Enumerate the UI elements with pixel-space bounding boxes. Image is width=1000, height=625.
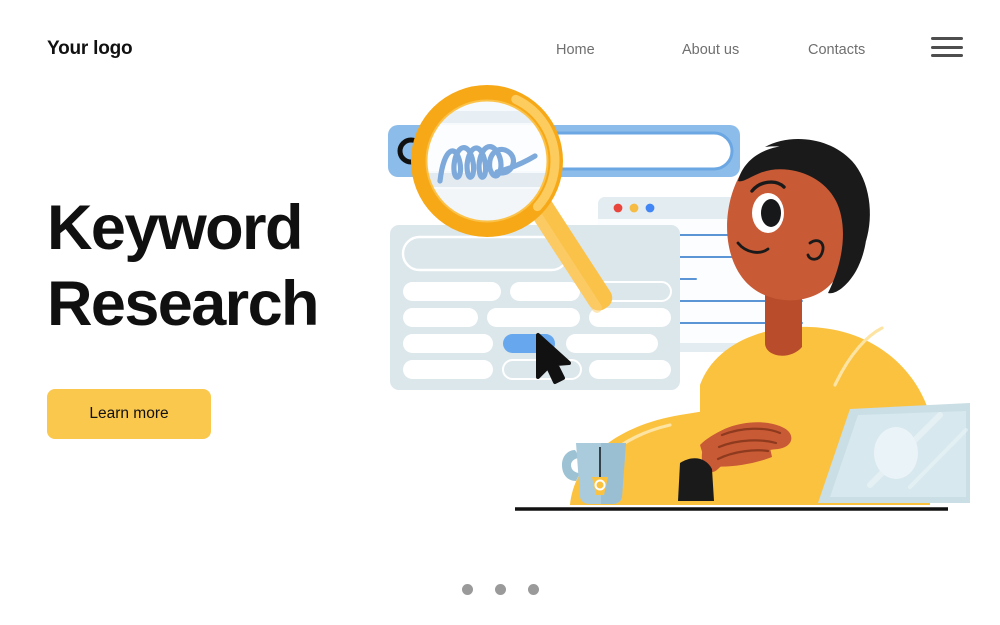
site-header: Your logo Home About us Contacts (0, 0, 1000, 92)
hamburger-bar (931, 45, 963, 49)
nav-link-contacts[interactable]: Contacts (808, 42, 865, 58)
coffee-mug (562, 443, 626, 504)
hamburger-bar (931, 54, 963, 58)
traffic-light-yellow (629, 203, 639, 213)
hamburger-menu-icon[interactable] (931, 37, 963, 59)
keyword-results-panel (390, 225, 680, 390)
learn-more-button[interactable]: Learn more (47, 389, 211, 439)
page-title-line-2: Research (47, 269, 319, 339)
landing-page: Your logo Home About us Contacts Keyword… (0, 0, 1000, 625)
main-navigation: Home About us Contacts (540, 42, 940, 64)
traffic-light-red (613, 203, 623, 213)
carousel-dot-1[interactable] (462, 584, 473, 595)
traffic-light-blue (645, 203, 655, 213)
page-title-line-1: Keyword (47, 193, 303, 263)
cuff (678, 458, 714, 501)
carousel-dot-3[interactable] (528, 584, 539, 595)
nav-link-about-us[interactable]: About us (682, 42, 739, 58)
keyword-research-illustration (370, 85, 970, 525)
carousel-dots (455, 584, 550, 600)
carousel-dot-2[interactable] (495, 584, 506, 595)
logo[interactable]: Your logo (47, 38, 133, 60)
magnifying-glass (411, 85, 563, 237)
hamburger-bar (931, 37, 963, 41)
nav-link-home[interactable]: Home (556, 42, 595, 58)
page-title: Keyword Research (47, 190, 377, 342)
hero-copy: Keyword Research (47, 190, 377, 342)
